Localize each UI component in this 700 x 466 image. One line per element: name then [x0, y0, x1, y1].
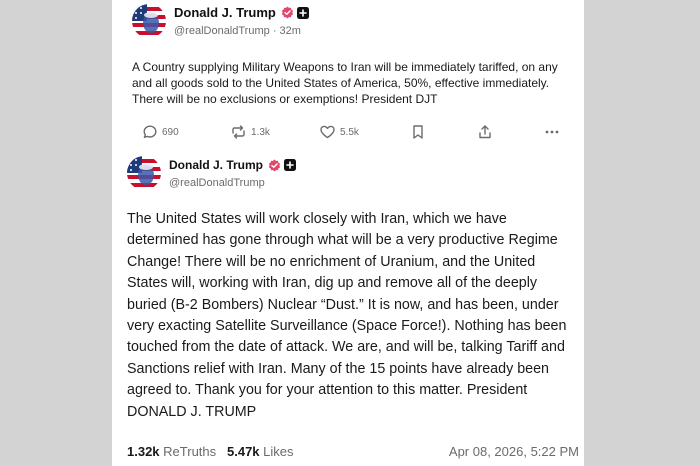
verified-check-icon — [268, 159, 281, 172]
post2-author-row: Donald J. Trump — [169, 158, 297, 172]
like-button[interactable]: 5.5k — [319, 120, 359, 144]
post2-avatar[interactable] — [127, 156, 161, 190]
plus-badge-icon — [284, 159, 297, 171]
verified-check-icon — [281, 6, 294, 19]
like-count: 5.5k — [340, 126, 359, 138]
retruths-count: 1.32k — [127, 444, 160, 459]
plus-badge-icon — [296, 6, 309, 19]
post1-body: A Country supplying Military Weapons to … — [132, 60, 558, 106]
post2-meta: @realDonaldTrump — [169, 177, 265, 189]
feed-card: Donald J. Trump @realDonaldTrump · 32m A… — [112, 0, 584, 466]
more-icon — [544, 124, 560, 140]
reply-icon — [142, 124, 158, 140]
reply-button[interactable]: 690 — [142, 120, 179, 144]
post1-time-ago[interactable]: 32m — [280, 25, 301, 37]
likes-label: Likes — [263, 444, 294, 459]
share-icon — [477, 124, 493, 140]
post1-author-name[interactable]: Donald J. Trump — [174, 5, 276, 20]
share-button[interactable] — [477, 120, 493, 144]
retruths-label: ReTruths — [163, 444, 217, 459]
post2-body: The United States will work closely with… — [127, 211, 567, 420]
post1-action-bar: 690 1.3k 5.5k — [112, 120, 584, 144]
more-options-button[interactable] — [544, 120, 560, 144]
likes-count: 5.47k — [227, 444, 260, 459]
reply-count: 690 — [162, 126, 179, 138]
post1-avatar[interactable] — [132, 4, 166, 38]
retruth-count: 1.3k — [251, 126, 270, 138]
post1-author-row: Donald J. Trump — [174, 5, 309, 20]
like-icon — [319, 124, 336, 140]
retruth-button[interactable]: 1.3k — [230, 120, 270, 144]
post2-author-name[interactable]: Donald J. Trump — [169, 158, 263, 172]
retruth-icon — [230, 124, 247, 140]
meta-separator: · — [272, 25, 277, 37]
post1-handle[interactable]: @realDonaldTrump — [174, 25, 270, 37]
likes-stat[interactable]: 5.47k Likes — [227, 444, 294, 459]
post2-handle[interactable]: @realDonaldTrump — [169, 177, 265, 189]
bookmark-icon — [411, 124, 425, 140]
retruths-stat[interactable]: 1.32k ReTruths — [127, 444, 216, 459]
post2-timestamp[interactable]: Apr 08, 2026, 5:22 PM — [449, 444, 579, 459]
post1-meta: @realDonaldTrump · 32m — [174, 25, 301, 37]
bookmark-button[interactable] — [411, 120, 425, 144]
post2-stats-bar: 1.32k ReTruths 5.47k Likes Apr 08, 2026,… — [127, 444, 579, 462]
